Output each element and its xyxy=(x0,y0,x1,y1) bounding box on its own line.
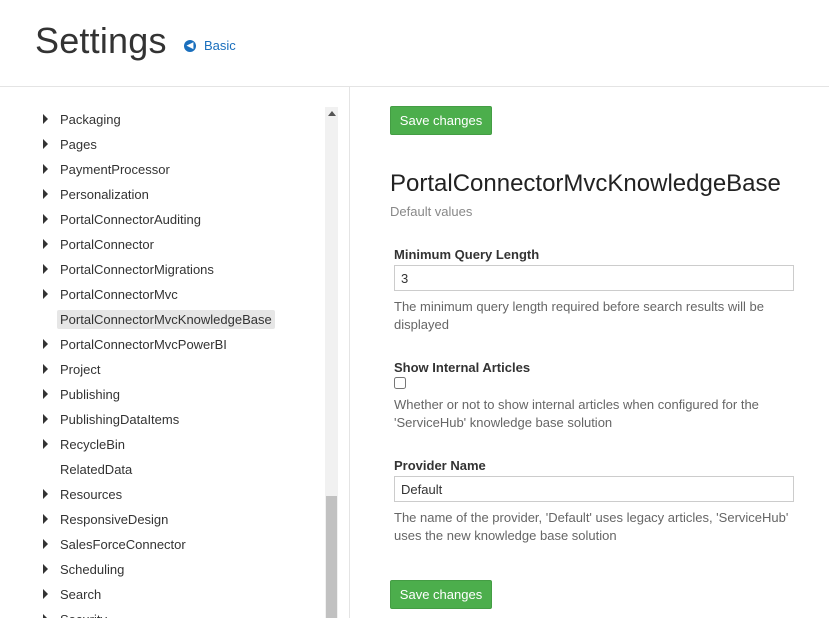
tree-item[interactable]: PublishingDataItems xyxy=(0,407,325,432)
tree-item-label: Search xyxy=(60,587,102,602)
tree-item-label: ResponsiveDesign xyxy=(60,512,169,527)
min-query-length-help: The minimum query length required before… xyxy=(394,299,764,332)
section-subtitle: Default values xyxy=(390,204,473,219)
tree-item-label: PortalConnectorMvcPowerBI xyxy=(60,337,227,352)
tree-item[interactable]: RecycleBin xyxy=(0,432,325,457)
provider-name-help: The name of the provider, 'Default' uses… xyxy=(394,510,789,543)
tree-item[interactable]: PortalConnectorMvcKnowledgeBase xyxy=(0,307,325,332)
tree-item-label: Security xyxy=(57,610,110,618)
tree-item[interactable]: Security xyxy=(0,607,325,618)
settings-tree: Packaging Pages PaymentProcessor Personaliz… xyxy=(0,107,325,618)
tree-item-label: Pages xyxy=(60,137,97,152)
expand-arrow-icon[interactable] xyxy=(43,189,48,199)
tree-item[interactable]: PortalConnectorMigrations xyxy=(0,257,325,282)
expand-arrow-icon[interactable] xyxy=(43,264,48,274)
settings-tree-sidebar: Packaging Pages PaymentProcessor Personaliz… xyxy=(0,87,350,618)
tree-item-label: RecycleBin xyxy=(60,437,126,452)
expand-arrow-icon[interactable] xyxy=(43,589,48,599)
expand-arrow-icon[interactable] xyxy=(43,439,48,449)
tree-item[interactable]: Pages xyxy=(0,132,325,157)
tree-item-label: Packaging xyxy=(60,112,121,127)
tree-item-label: PaymentProcessor xyxy=(60,162,170,177)
save-changes-button-bottom[interactable]: Save changes xyxy=(390,580,492,609)
tree-item[interactable]: Publishing xyxy=(0,382,325,407)
expand-arrow-icon[interactable] xyxy=(43,489,48,499)
tree-item-label: Publishing xyxy=(60,387,120,402)
tree-item[interactable]: PortalConnectorMvcPowerBI xyxy=(0,332,325,357)
tree-item[interactable]: PortalConnector xyxy=(0,232,325,257)
tree-item[interactable]: Scheduling xyxy=(0,557,325,582)
tree-item-label: PortalConnectorAuditing xyxy=(60,212,201,227)
expand-arrow-icon[interactable] xyxy=(43,214,48,224)
expand-arrow-icon[interactable] xyxy=(43,564,48,574)
tree-item[interactable]: PortalConnectorMvc xyxy=(0,282,325,307)
sidebar-scrollbar[interactable] xyxy=(325,107,338,618)
tree-item-label: RelatedData xyxy=(60,462,133,477)
back-link[interactable]: ◀ Basic xyxy=(184,38,236,53)
tree-item-label: Personalization xyxy=(60,187,149,202)
scrollbar-thumb[interactable] xyxy=(326,496,337,618)
provider-name-input[interactable] xyxy=(394,476,794,502)
expand-arrow-icon[interactable] xyxy=(43,389,48,399)
tree-item[interactable]: Resources xyxy=(0,482,325,507)
page-header: Settings ◀ Basic xyxy=(0,0,829,87)
tree-item[interactable]: Personalization xyxy=(0,182,325,207)
tree-item[interactable]: Project xyxy=(0,357,325,382)
tree-item-label: PortalConnectorMvcKnowledgeBase xyxy=(57,310,275,329)
expand-arrow-icon[interactable] xyxy=(43,114,48,124)
back-link-label: Basic xyxy=(204,38,236,53)
show-internal-articles-checkbox[interactable] xyxy=(394,377,406,389)
save-changes-button-top[interactable]: Save changes xyxy=(390,106,492,135)
tree-item-label: SalesForceConnector xyxy=(60,537,186,552)
tree-item[interactable]: PaymentProcessor xyxy=(0,157,325,182)
expand-arrow-icon[interactable] xyxy=(43,239,48,249)
section-title: PortalConnectorMvcKnowledgeBase xyxy=(390,170,781,197)
expand-arrow-icon[interactable] xyxy=(43,539,48,549)
provider-name-label: Provider Name xyxy=(394,458,486,473)
arrow-left-circle-icon: ◀ xyxy=(184,39,196,52)
tree-item[interactable]: SalesForceConnector xyxy=(0,532,325,557)
show-internal-articles-help: Whether or not to show internal articles… xyxy=(394,397,759,430)
expand-arrow-icon[interactable] xyxy=(43,139,48,149)
min-query-length-input[interactable] xyxy=(394,265,794,291)
expand-arrow-icon[interactable] xyxy=(43,289,48,299)
min-query-length-label: Minimum Query Length xyxy=(394,247,540,262)
settings-panel: Save changes PortalConnectorMvcKnowledge… xyxy=(350,87,829,618)
tree-item-label: PortalConnectorMigrations xyxy=(60,262,214,277)
page-title: Settings xyxy=(35,20,167,61)
expand-arrow-icon[interactable] xyxy=(43,164,48,174)
tree-item-label: Scheduling xyxy=(60,562,125,577)
tree-item-label: Project xyxy=(60,362,101,377)
tree-item[interactable]: ResponsiveDesign xyxy=(0,507,325,532)
expand-arrow-icon[interactable] xyxy=(43,614,48,618)
tree-item-label: PublishingDataItems xyxy=(60,412,180,427)
tree-item-label: PortalConnector xyxy=(60,237,154,252)
scroll-up-arrow-icon[interactable] xyxy=(328,111,336,116)
tree-item-label: Resources xyxy=(60,487,123,502)
expand-arrow-icon[interactable] xyxy=(43,414,48,424)
tree-item[interactable]: PortalConnectorAuditing xyxy=(0,207,325,232)
expand-arrow-icon[interactable] xyxy=(43,364,48,374)
tree-item[interactable]: Search xyxy=(0,582,325,607)
tree-item[interactable]: RelatedData xyxy=(0,457,325,482)
expand-arrow-icon[interactable] xyxy=(43,514,48,524)
expand-arrow-icon[interactable] xyxy=(43,339,48,349)
show-internal-articles-label: Show Internal Articles xyxy=(394,360,531,375)
tree-item[interactable]: Packaging xyxy=(0,107,325,132)
tree-item-label: PortalConnectorMvc xyxy=(60,287,178,302)
